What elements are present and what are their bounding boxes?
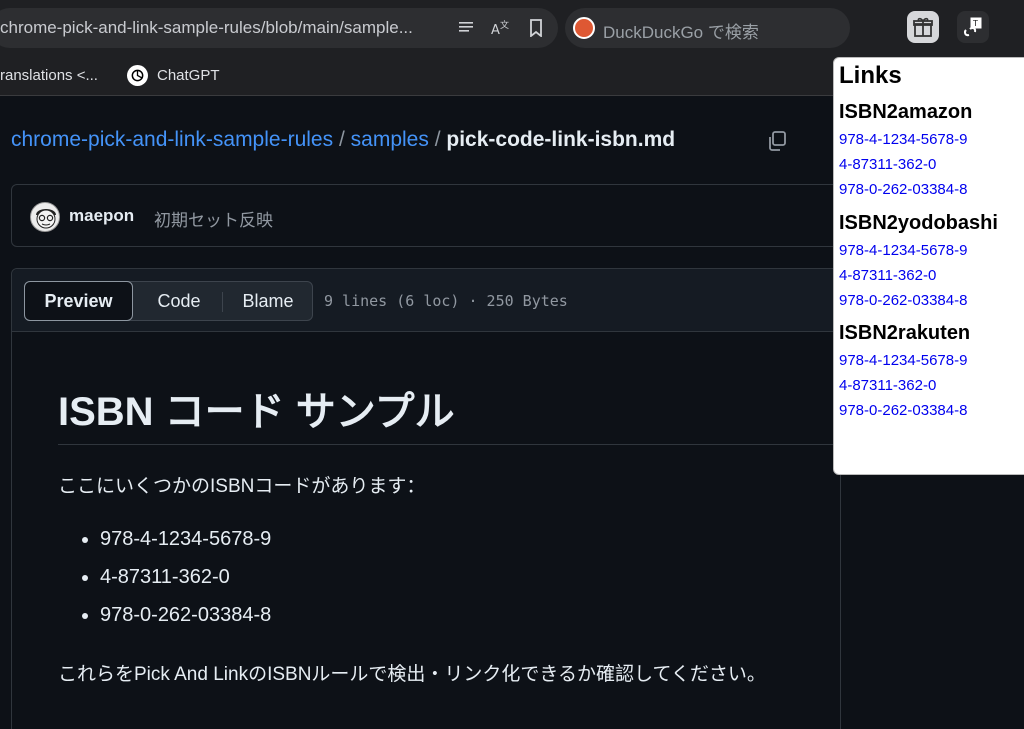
popup-link[interactable]: 978-0-262-03384-8 (839, 288, 998, 313)
bookmark-chatgpt[interactable]: ChatGPT (157, 67, 220, 84)
search-box[interactable]: DuckDuckGo で検索 (565, 8, 850, 48)
avatar[interactable] (30, 202, 60, 232)
breadcrumb-folder-link[interactable]: samples (351, 128, 429, 151)
bookmark-translations[interactable]: ranslations <... (0, 67, 98, 84)
title-divider (58, 444, 840, 445)
breadcrumb-repo-link[interactable]: chrome-pick-and-link-sample-rules (11, 128, 333, 151)
breadcrumb-file-name: pick-code-link-isbn.md (446, 128, 676, 151)
commit-message[interactable]: 初期セット反映 (154, 206, 273, 231)
popup-group-title: ISBN2rakuten (839, 322, 971, 344)
bookmark-icon[interactable] (526, 18, 546, 38)
list-item: 4-87311-362-0 (58, 563, 271, 601)
file-viewer: Preview Code Blame 9 lines (6 loc) · 250… (11, 268, 841, 729)
gift-extension-icon[interactable] (907, 11, 939, 43)
chatgpt-icon (127, 65, 148, 86)
address-url[interactable]: chrome-pick-and-link-sample-rules/blob/m… (0, 18, 440, 38)
search-placeholder: DuckDuckGo で検索 (603, 23, 759, 42)
file-meta: 9 lines (6 loc) · 250 Bytes (324, 292, 568, 310)
markdown-intro: ここにいくつかのISBNコードがあります： (58, 476, 426, 497)
markdown-title: ISBN コード サンプル (58, 390, 455, 434)
list-item: 978-0-262-03384-8 (58, 601, 271, 639)
browser-toolbar: chrome-pick-and-link-sample-rules/blob/m… (0, 0, 1024, 56)
breadcrumb-separator: / (338, 128, 345, 151)
svg-text:A: A (491, 23, 500, 37)
popup-link[interactable]: 978-4-1234-5678-9 (839, 348, 970, 373)
popup-link[interactable]: 978-0-262-03384-8 (839, 398, 970, 423)
translate-icon[interactable]: A文 (490, 18, 510, 38)
popup-link[interactable]: 4-87311-362-0 (839, 373, 970, 398)
latest-commit-box: maepon 初期セット反映 (11, 184, 841, 247)
list-item: 978-4-1234-5678-9 (58, 525, 271, 563)
popup-link[interactable]: 4-87311-362-0 (839, 152, 972, 177)
popup-link[interactable]: 978-0-262-03384-8 (839, 177, 972, 202)
breadcrumb-separator: / (434, 128, 441, 151)
popup-group-title: ISBN2yodobashi (839, 212, 998, 234)
breadcrumb: chrome-pick-and-link-sample-rules / samp… (11, 128, 675, 152)
popup-title: Links (839, 62, 902, 89)
isbn-list: 978-4-1234-5678-9 4-87311-362-0 978-0-26… (58, 525, 271, 639)
markdown-outro: これらをPick And LinkのISBNルールで検出・リンク化できるか確認し… (58, 664, 766, 685)
reader-mode-icon[interactable] (456, 18, 476, 38)
duckduckgo-icon (573, 17, 595, 39)
popup-group-amazon: ISBN2amazon 978-4-1234-5678-9 4-87311-36… (839, 98, 972, 202)
popup-link[interactable]: 4-87311-362-0 (839, 263, 998, 288)
popup-link[interactable]: 978-4-1234-5678-9 (839, 127, 972, 152)
links-popup: Links ISBN2amazon 978-4-1234-5678-9 4-87… (833, 57, 1024, 475)
pick-and-link-extension-icon[interactable]: T (957, 11, 989, 43)
popup-group-rakuten: ISBN2rakuten 978-4-1234-5678-9 4-87311-3… (839, 319, 970, 423)
tab-blame[interactable]: Blame (223, 282, 313, 320)
svg-text:文: 文 (500, 19, 509, 31)
file-header: Preview Code Blame 9 lines (6 loc) · 250… (12, 269, 840, 332)
popup-group-yodobashi: ISBN2yodobashi 978-4-1234-5678-9 4-87311… (839, 209, 998, 313)
tab-code[interactable]: Code (135, 282, 223, 320)
copy-path-icon[interactable] (766, 130, 788, 152)
popup-link[interactable]: 978-4-1234-5678-9 (839, 238, 998, 263)
svg-text:T: T (972, 19, 978, 28)
tab-preview[interactable]: Preview (24, 281, 133, 321)
popup-group-title: ISBN2amazon (839, 101, 973, 123)
view-mode-segmented-control: Preview Code Blame (24, 281, 313, 321)
commit-author[interactable]: maepon (69, 206, 134, 226)
address-bar[interactable]: chrome-pick-and-link-sample-rules/blob/m… (0, 8, 558, 48)
